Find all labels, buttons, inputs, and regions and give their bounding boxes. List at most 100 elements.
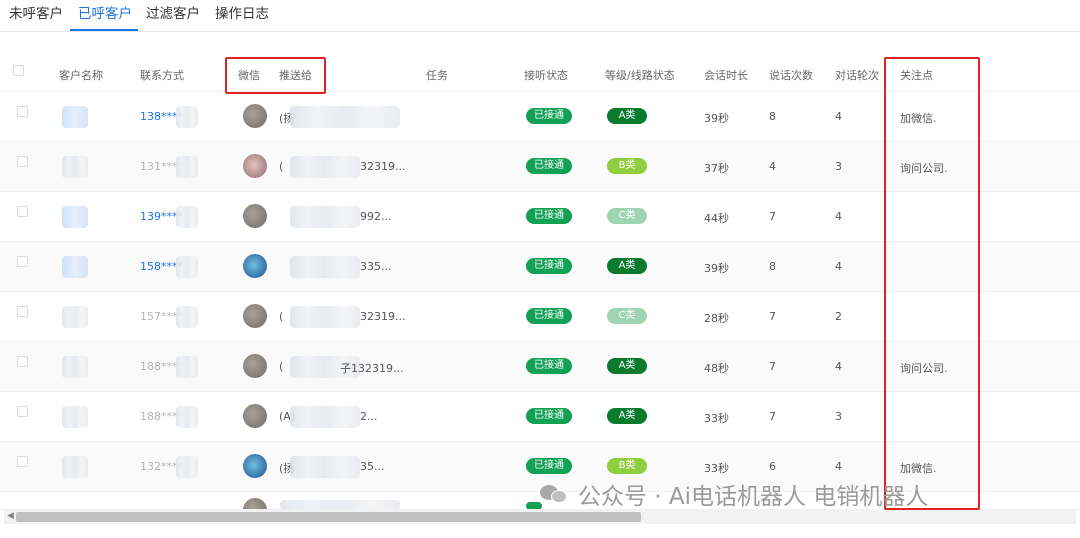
redacted-name [62, 206, 88, 228]
push-to-suffix: 35... [360, 460, 385, 473]
answer-status-badge: 已接通 [526, 108, 572, 124]
row-checkbox[interactable] [17, 156, 28, 167]
row-checkbox[interactable] [17, 106, 28, 117]
push-to-prefix: ( [279, 310, 284, 323]
redacted-push-target [290, 306, 360, 328]
redacted-push-target [290, 206, 360, 228]
push-to-suffix: 2... [360, 410, 378, 423]
tab-operation-log[interactable]: 操作日志 [215, 2, 269, 22]
column-header[interactable]: 接听状态 [524, 67, 568, 83]
redacted-name [62, 106, 88, 128]
redacted-push-target [290, 106, 400, 128]
redacted-push-target [290, 156, 360, 178]
tab-filtered[interactable]: 过滤客户 [146, 2, 200, 22]
answer-status-badge: 已接通 [526, 408, 572, 424]
speak-count: 8 [769, 260, 776, 273]
level-badge: C类 [607, 208, 647, 224]
column-header[interactable]: 任务 [426, 67, 448, 83]
wechat-icon [540, 483, 568, 505]
redacted-name [62, 456, 88, 478]
scrollbar-thumb[interactable] [16, 512, 641, 522]
speak-count: 8 [769, 110, 776, 123]
call-duration: 37秒 [704, 162, 729, 175]
tab-uncalled[interactable]: 未呼客户 [9, 2, 63, 22]
dialog-turns: 4 [835, 260, 842, 273]
avatar [243, 404, 267, 428]
redacted-name [62, 356, 88, 378]
row-checkbox[interactable] [17, 256, 28, 267]
speak-count: 4 [769, 160, 776, 173]
dialog-turns: 4 [835, 460, 842, 473]
speak-count: 7 [769, 360, 776, 373]
redacted-phone [176, 406, 198, 428]
level-badge: A类 [607, 358, 647, 374]
call-duration: 39秒 [704, 262, 729, 275]
call-duration: 28秒 [704, 312, 729, 325]
redacted-phone [176, 306, 198, 328]
redacted-phone [176, 356, 198, 378]
redacted-name [62, 156, 88, 178]
redacted-name [62, 256, 88, 278]
dialog-turns: 4 [835, 210, 842, 223]
redacted-name [62, 406, 88, 428]
speak-count: 7 [769, 410, 776, 423]
avatar [243, 104, 267, 128]
dialog-turns: 4 [835, 360, 842, 373]
column-header[interactable]: 客户名称 [59, 67, 103, 83]
row-checkbox[interactable] [17, 456, 28, 467]
redacted-text [280, 500, 400, 509]
level-badge: A类 [607, 108, 647, 124]
avatar [243, 304, 267, 328]
level-badge: B类 [607, 458, 647, 474]
answer-status-badge: 已接通 [526, 458, 572, 474]
redacted-phone [176, 106, 198, 128]
redacted-push-target [290, 456, 360, 478]
redacted-push-target [290, 256, 360, 278]
call-duration: 39秒 [704, 112, 729, 125]
avatar [243, 498, 267, 509]
select-all-checkbox[interactable] [13, 65, 24, 76]
avatar [243, 454, 267, 478]
column-header[interactable]: 说话次数 [769, 67, 813, 83]
push-to-suffix: 子132319... [340, 362, 404, 375]
row-checkbox[interactable] [17, 406, 28, 417]
dialog-turns: 2 [835, 310, 842, 323]
speak-count: 7 [769, 210, 776, 223]
avatar [243, 254, 267, 278]
watermark-text: 公众号 · Ai电话机器人 电销机器人 [578, 484, 929, 510]
redacted-phone [176, 456, 198, 478]
column-header[interactable]: 联系方式 [140, 67, 184, 83]
answer-status-badge: 已接通 [526, 158, 572, 174]
avatar [243, 154, 267, 178]
push-to-suffix: 335... [360, 260, 392, 273]
row-checkbox[interactable] [17, 306, 28, 317]
redacted-name [62, 306, 88, 328]
column-header[interactable]: 会话时长 [704, 67, 748, 83]
speak-count: 6 [769, 460, 776, 473]
dialog-turns: 3 [835, 160, 842, 173]
call-duration: 48秒 [704, 362, 729, 375]
call-duration: 33秒 [704, 462, 729, 475]
level-badge: A类 [607, 408, 647, 424]
scroll-left-icon[interactable]: ◀ [7, 511, 14, 521]
dialog-turns: 3 [835, 410, 842, 423]
column-header[interactable]: 等级/线路状态 [605, 67, 675, 83]
row-checkbox[interactable] [17, 356, 28, 367]
tab-bar: 未呼客户 已呼客户 过滤客户 操作日志 [0, 0, 1080, 32]
highlight-box-focus-points [884, 57, 980, 510]
answer-status-badge: 已接通 [526, 208, 572, 224]
redacted-push-target [290, 406, 360, 428]
column-header[interactable]: 对话轮次 [835, 67, 879, 83]
push-to-prefix: ( [279, 160, 284, 173]
avatar [243, 354, 267, 378]
row-checkbox[interactable] [17, 206, 28, 217]
watermark: 公众号 · Ai电话机器人 电销机器人 [540, 476, 928, 512]
call-duration: 33秒 [704, 412, 729, 425]
answer-status-badge: 已接通 [526, 358, 572, 374]
level-badge: A类 [607, 258, 647, 274]
tab-called[interactable]: 已呼客户 [78, 2, 132, 22]
push-to-suffix: 992... [360, 210, 392, 223]
redacted-phone [176, 206, 198, 228]
answer-status-badge: 已接通 [526, 258, 572, 274]
answer-status-badge: 已接通 [526, 308, 572, 324]
